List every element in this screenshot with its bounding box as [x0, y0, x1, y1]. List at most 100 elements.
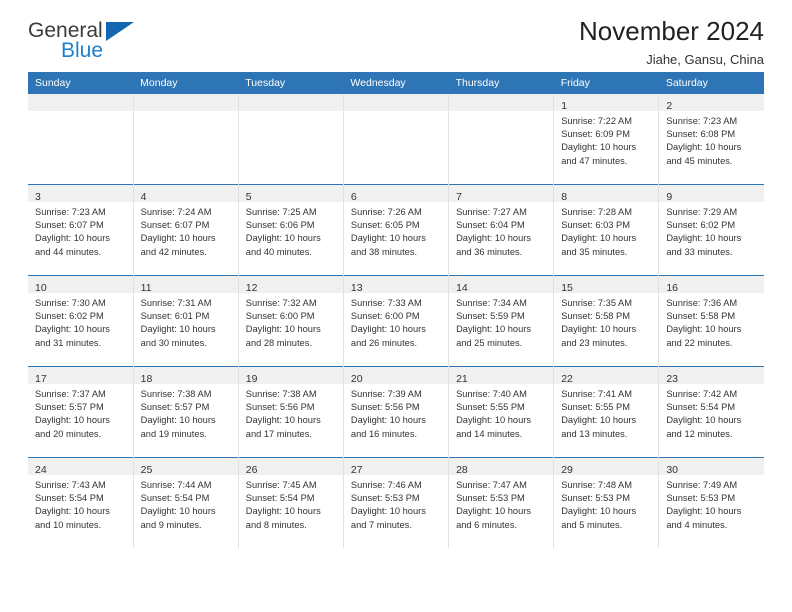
calendar-day-cell[interactable]: 28 Sunrise: 7:47 AM Sunset: 5:53 PM Dayligh…: [448, 457, 555, 548]
calendar-day-cell[interactable]: 7 Sunrise: 7:27 AM Sunset: 6:04 PM Daylight…: [448, 184, 555, 276]
title-block: November 2024 Jiahe, Gansu, China: [579, 16, 764, 68]
day-details: Sunrise: 7:36 AM Sunset: 5:58 PM Daylight:…: [659, 293, 764, 350]
calendar-day-cell[interactable]: 11 Sunrise: 7:31 AM Sunset: 6:01 PM Dayligh…: [133, 275, 239, 367]
weekday-header-sunday: Sunday: [28, 72, 134, 94]
sunrise-text: Sunrise: 7:36 AM: [666, 298, 738, 308]
day-number-band: 25: [133, 458, 238, 476]
weekday-header-tuesday: Tuesday: [238, 72, 344, 94]
general-blue-logo[interactable]: General Blue: [28, 18, 143, 66]
daylight-text-line2: and 22 minutes.: [666, 337, 733, 348]
sunrise-text: Sunrise: 7:41 AM: [561, 389, 633, 399]
day-number-band: 20: [343, 367, 449, 385]
sunrise-text: Sunrise: 7:38 AM: [245, 389, 317, 399]
calendar-day-cell[interactable]: 24 Sunrise: 7:43 AM Sunset: 5:54 PM Dayligh…: [28, 457, 134, 548]
weekday-header-friday: Friday: [553, 72, 659, 94]
calendar-week-row: 1 Sunrise: 7:22 AM Sunset: 6:09 PM Daylight…: [28, 94, 764, 185]
calendar-day-cell[interactable]: 1 Sunrise: 7:22 AM Sunset: 6:09 PM Daylight…: [553, 94, 660, 185]
calendar-day-cell[interactable]: 20 Sunrise: 7:39 AM Sunset: 5:56 PM Dayligh…: [343, 366, 450, 458]
day-number-band: 13: [343, 276, 449, 294]
calendar-day-cell[interactable]: 19 Sunrise: 7:38 AM Sunset: 5:56 PM Dayligh…: [238, 366, 344, 458]
sunrise-text: Sunrise: 7:43 AM: [35, 480, 106, 490]
calendar-day-cell[interactable]: 6 Sunrise: 7:26 AM Sunset: 6:05 PM Daylight…: [343, 184, 450, 276]
day-number: 3: [35, 191, 41, 203]
calendar-day-cell[interactable]: 10 Sunrise: 7:30 AM Sunset: 6:02 PM Dayligh…: [28, 275, 134, 367]
daylight-text-line1: Daylight: 10 hours: [35, 415, 110, 426]
sunrise-text: Sunrise: 7:47 AM: [456, 480, 527, 490]
calendar-day-cell[interactable]: 15 Sunrise: 7:35 AM Sunset: 5:58 PM Dayligh…: [553, 275, 660, 367]
calendar-week-row: 24 Sunrise: 7:43 AM Sunset: 5:54 PM Dayligh…: [28, 457, 764, 548]
calendar-day-cell[interactable]: 30 Sunrise: 7:49 AM Sunset: 5:53 PM Dayligh…: [658, 457, 764, 548]
daylight-text-line1: Daylight: 10 hours: [666, 506, 742, 517]
sunset-text: Sunset: 6:07 PM: [140, 220, 210, 231]
day-details: Sunrise: 7:41 AM Sunset: 5:55 PM Daylight:…: [554, 384, 658, 441]
daylight-text-line1: Daylight: 10 hours: [456, 324, 531, 335]
sunrise-text: Sunrise: 7:48 AM: [561, 480, 633, 490]
calendar-day-cell[interactable]: 22 Sunrise: 7:41 AM Sunset: 5:55 PM Dayligh…: [553, 366, 660, 458]
calendar-day-cell[interactable]: 2 Sunrise: 7:23 AM Sunset: 6:08 PM Daylight…: [658, 94, 764, 185]
page-subtitle: Jiahe, Gansu, China: [646, 52, 764, 68]
sunset-text: Sunset: 6:04 PM: [456, 220, 525, 231]
daylight-text-line2: and 19 minutes.: [140, 428, 207, 439]
day-details: Sunrise: 7:24 AM Sunset: 6:07 PM Daylight:…: [134, 202, 238, 259]
calendar-day-cell[interactable]: 9 Sunrise: 7:29 AM Sunset: 6:02 PM Daylight…: [658, 184, 764, 276]
daylight-text-line2: and 40 minutes.: [245, 246, 312, 257]
day-number-band: 14: [449, 276, 554, 294]
sunrise-text: Sunrise: 7:23 AM: [666, 116, 738, 126]
daylight-text-line1: Daylight: 10 hours: [245, 233, 321, 244]
sunset-text: Sunset: 5:54 PM: [35, 493, 104, 504]
day-number: 15: [561, 282, 573, 294]
daylight-text-line1: Daylight: 10 hours: [350, 415, 426, 426]
day-details: Sunrise: 7:45 AM Sunset: 5:54 PM Daylight:…: [239, 475, 343, 532]
day-details: Sunrise: 7:48 AM Sunset: 5:53 PM Daylight:…: [554, 475, 658, 532]
day-number: 8: [561, 191, 568, 203]
day-number: 11: [140, 282, 152, 294]
day-number: 7: [456, 191, 462, 203]
day-number-band: 3: [28, 185, 133, 203]
daylight-text-line1: Daylight: 10 hours: [666, 324, 742, 335]
calendar-header-row: Sunday Monday Tuesday Wednesday Thursday Frid…: [28, 72, 764, 94]
calendar-day-cell[interactable]: 12 Sunrise: 7:32 AM Sunset: 6:00 PM Dayligh…: [238, 275, 344, 367]
daylight-text-line1: Daylight: 10 hours: [561, 233, 637, 244]
daylight-text-line2: and 31 minutes.: [35, 337, 102, 348]
calendar-day-cell[interactable]: 29 Sunrise: 7:48 AM Sunset: 5:53 PM Dayligh…: [553, 457, 660, 548]
sunset-text: Sunset: 5:55 PM: [561, 402, 630, 413]
day-details: Sunrise: 7:26 AM Sunset: 6:05 PM Daylight:…: [344, 202, 448, 259]
page-title: November 2024: [579, 16, 764, 46]
calendar-day-cell[interactable]: 16 Sunrise: 7:36 AM Sunset: 5:58 PM Dayligh…: [658, 275, 764, 367]
sunset-text: Sunset: 5:56 PM: [350, 402, 420, 413]
daylight-text-line2: and 14 minutes.: [456, 428, 523, 439]
calendar-day-cell[interactable]: 14 Sunrise: 7:34 AM Sunset: 5:59 PM Dayligh…: [448, 275, 555, 367]
daylight-text-line1: Daylight: 10 hours: [35, 506, 110, 517]
day-number: 18: [140, 373, 153, 385]
daylight-text-line1: Daylight: 10 hours: [666, 142, 742, 153]
calendar-day-cell[interactable]: 5 Sunrise: 7:25 AM Sunset: 6:06 PM Daylight…: [238, 184, 344, 276]
sunrise-text: Sunrise: 7:30 AM: [35, 298, 106, 308]
sunset-text: Sunset: 6:06 PM: [245, 220, 315, 231]
day-number-band: [449, 94, 554, 111]
sunrise-text: Sunrise: 7:49 AM: [666, 480, 738, 490]
calendar-day-cell[interactable]: 3 Sunrise: 7:23 AM Sunset: 6:07 PM Daylight…: [28, 184, 134, 276]
day-details: Sunrise: 7:49 AM Sunset: 5:53 PM Daylight:…: [659, 475, 764, 532]
calendar-day-cell[interactable]: 18 Sunrise: 7:38 AM Sunset: 5:57 PM Dayligh…: [133, 366, 239, 458]
calendar-day-cell[interactable]: 4 Sunrise: 7:24 AM Sunset: 6:07 PM Daylight…: [133, 184, 239, 276]
weekday-header-thursday: Thursday: [448, 72, 554, 94]
calendar-day-cell[interactable]: 26 Sunrise: 7:45 AM Sunset: 5:54 PM Dayligh…: [238, 457, 344, 548]
daylight-text-line2: and 28 minutes.: [245, 337, 312, 348]
day-number: 13: [350, 282, 363, 294]
day-number: 10: [35, 282, 47, 294]
calendar-day-cell-empty: [238, 94, 344, 185]
calendar-day-cell[interactable]: 23 Sunrise: 7:42 AM Sunset: 5:54 PM Dayligh…: [658, 366, 764, 458]
calendar-day-cell[interactable]: 25 Sunrise: 7:44 AM Sunset: 5:54 PM Dayligh…: [133, 457, 239, 548]
calendar-day-cell[interactable]: 17 Sunrise: 7:37 AM Sunset: 5:57 PM Dayligh…: [28, 366, 134, 458]
sunrise-text: Sunrise: 7:31 AM: [140, 298, 212, 308]
day-details: Sunrise: 7:31 AM Sunset: 6:01 PM Daylight:…: [134, 293, 238, 350]
daylight-text-line2: and 9 minutes.: [140, 519, 202, 530]
calendar-day-cell[interactable]: 8 Sunrise: 7:28 AM Sunset: 6:03 PM Daylight…: [553, 184, 660, 276]
calendar-day-cell[interactable]: 13 Sunrise: 7:33 AM Sunset: 6:00 PM Dayligh…: [343, 275, 450, 367]
calendar-day-cell[interactable]: 27 Sunrise: 7:46 AM Sunset: 5:53 PM Dayligh…: [343, 457, 450, 548]
calendar-page: General Blue November 2024 Jiahe, Gansu,…: [0, 0, 792, 612]
calendar-day-cell[interactable]: 21 Sunrise: 7:40 AM Sunset: 5:55 PM Dayligh…: [448, 366, 555, 458]
day-number-band: 1: [554, 94, 659, 112]
daylight-text-line2: and 33 minutes.: [666, 246, 733, 257]
day-number-band: 5: [238, 185, 343, 203]
